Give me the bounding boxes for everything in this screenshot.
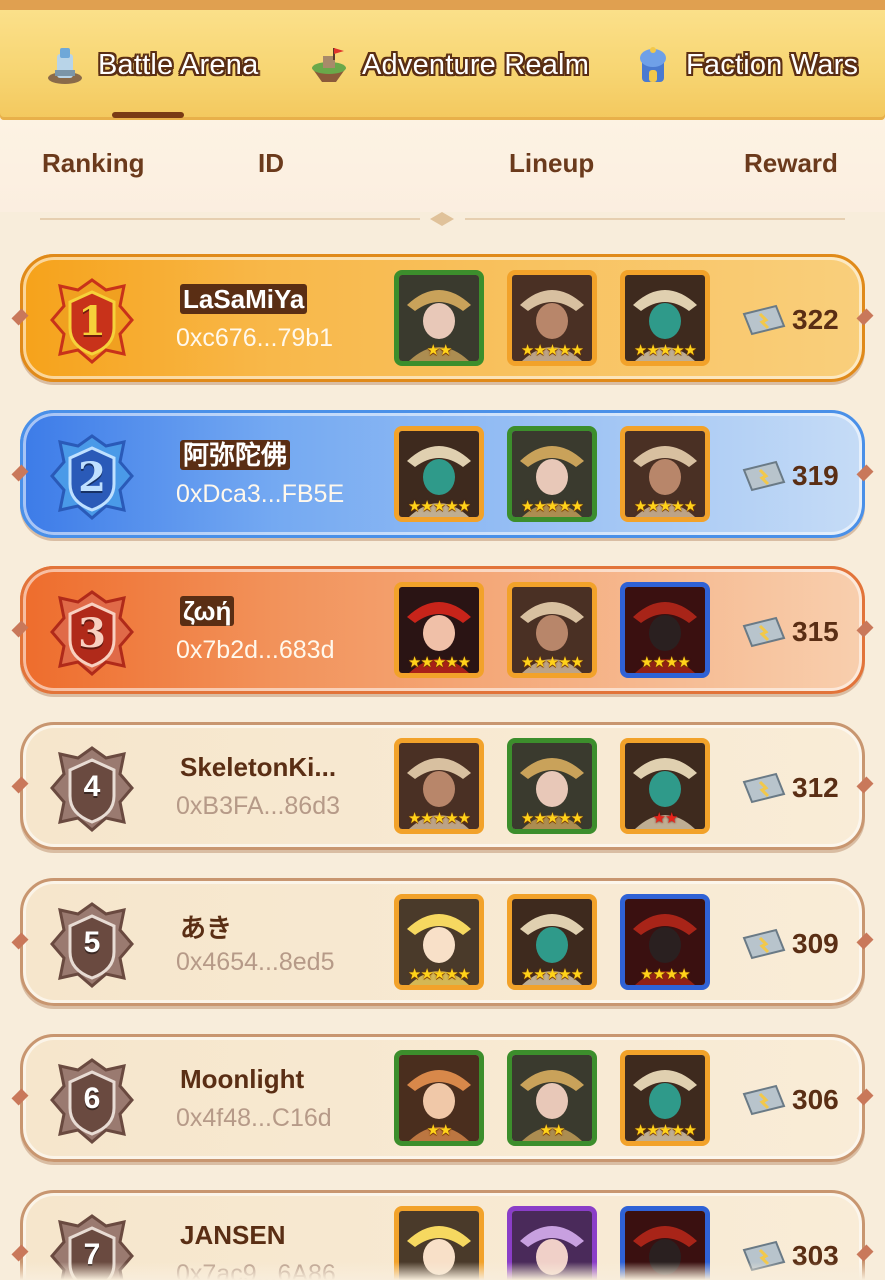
floating-island-icon bbox=[308, 44, 350, 86]
tab-faction-wars[interactable]: Faction Wars bbox=[632, 40, 858, 90]
lineup-hero-card[interactable]: ★★★★★ bbox=[394, 582, 484, 678]
active-tab-indicator bbox=[112, 112, 184, 118]
lineup-hero-card[interactable]: ★★★★★ bbox=[620, 270, 710, 366]
tab-adventure-realm[interactable]: Adventure Realm bbox=[308, 40, 589, 90]
ranking-row[interactable]: 1 LaSaMiYa 0xc676...79b1 ★★ ★★★★★ ★★★★★ 322 bbox=[11, 254, 874, 382]
lineup-hero-card[interactable]: ★★ bbox=[394, 1050, 484, 1146]
lineup-hero-card[interactable]: ★★★★★ bbox=[507, 426, 597, 522]
hero-star-rating: ★★★★★ bbox=[633, 342, 697, 359]
lineup-hero-card[interactable]: ★★★★★ bbox=[620, 426, 710, 522]
reward-ticket-icon bbox=[740, 926, 788, 962]
hero-star-rating: ★★★★★ bbox=[407, 498, 471, 515]
lineup-hero-card[interactable]: ★★★★★ bbox=[394, 738, 484, 834]
header-lineup: Lineup bbox=[509, 148, 595, 178]
lineup-hero-card[interactable]: ★★ bbox=[507, 1050, 597, 1146]
wallet-address: 0xB3FA...86d3 bbox=[176, 792, 341, 820]
reward-amount: 322 bbox=[792, 304, 839, 335]
ranking-row[interactable]: 3 ζωή 0x7b2d...683d ★★★★★ ★★★★★ ★★★★ 315 bbox=[11, 566, 874, 694]
hero-star-rating: ★★ bbox=[426, 342, 453, 359]
arena-tower-icon bbox=[44, 44, 86, 86]
rank-number: 6 bbox=[83, 1082, 101, 1115]
player-name: SkeletonKi... bbox=[180, 752, 337, 782]
lineup-hero-card[interactable]: ★★★★★ bbox=[394, 894, 484, 990]
tab-bar: Battle Arena Adventure Realm Faction War… bbox=[0, 0, 885, 120]
table-header: Ranking ID Lineup Reward bbox=[0, 120, 885, 212]
wallet-address: 0xc676...79b1 bbox=[176, 324, 334, 352]
ranking-row[interactable]: 5 あき 0x4654...8ed5 ★★★★★ ★★★★★ ★★★★ 309 bbox=[11, 878, 874, 1006]
hero-star-rating: ★★★★★ bbox=[520, 810, 584, 827]
wallet-address: 0xDca3...FB5E bbox=[176, 480, 345, 508]
rank-number: 4 bbox=[83, 770, 101, 803]
hero-star-rating: ★★ bbox=[539, 1122, 566, 1139]
tab-battle-arena[interactable]: Battle Arena bbox=[44, 40, 258, 90]
reward-amount: 315 bbox=[792, 616, 839, 647]
hero-star-rating: ★★★★★ bbox=[520, 342, 584, 359]
reward-amount: 306 bbox=[792, 1084, 839, 1115]
reward-ticket-icon bbox=[740, 1082, 788, 1118]
ranking-row[interactable]: 6 Moonlight 0x4f48...C16d ★★ ★★ ★★★★★ 306 bbox=[11, 1034, 874, 1162]
reward-ticket-icon bbox=[740, 770, 788, 806]
header-divider bbox=[40, 212, 845, 226]
lineup-hero-card[interactable]: ★★★★★ bbox=[507, 270, 597, 366]
wallet-address: 0x7b2d...683d bbox=[176, 636, 335, 664]
rank-badge: 3 bbox=[48, 588, 136, 676]
rank-badge: 5 bbox=[48, 900, 136, 988]
reward-amount: 319 bbox=[792, 460, 839, 491]
header-id: ID bbox=[258, 148, 284, 178]
hero-star-rating: ★★ bbox=[426, 1122, 453, 1139]
hero-star-rating: ★★★★★ bbox=[407, 966, 471, 983]
tab-label: Adventure Realm bbox=[362, 48, 590, 81]
blue-tower-icon bbox=[632, 44, 674, 86]
player-name: JANSEN bbox=[180, 1220, 286, 1250]
hero-star-rating: ★★★★★ bbox=[407, 810, 471, 827]
reward-amount: 312 bbox=[792, 772, 839, 803]
hero-star-rating: ★★★★ bbox=[640, 966, 691, 983]
lineup-hero-card[interactable]: ★★★★ bbox=[620, 582, 710, 678]
hero-star-rating: ★★★★ bbox=[640, 654, 691, 671]
lineup-hero-card[interactable]: ★★ bbox=[394, 270, 484, 366]
player-name: ζωή bbox=[180, 596, 235, 626]
hero-star-rating: ★★★★★ bbox=[520, 654, 584, 671]
header-ranking: Ranking bbox=[42, 148, 145, 178]
tab-label: Faction Wars bbox=[686, 48, 859, 81]
rank-badge: 2 bbox=[48, 432, 136, 520]
wallet-address: 0x4654...8ed5 bbox=[176, 948, 335, 976]
reward-ticket-icon bbox=[740, 458, 788, 494]
hero-star-rating: ★★★★★ bbox=[633, 498, 697, 515]
ranking-row[interactable]: 4 SkeletonKi... 0xB3FA...86d3 ★★★★★ ★★★★★ ★★ 3… bbox=[11, 722, 874, 850]
player-name: あき bbox=[180, 913, 233, 943]
tab-label: Battle Arena bbox=[98, 48, 259, 81]
lineup-hero-card[interactable]: ★★★★★ bbox=[507, 582, 597, 678]
wallet-address: 0x4f48...C16d bbox=[176, 1104, 332, 1132]
lineup-hero-card[interactable]: ★★★★★ bbox=[507, 894, 597, 990]
rank-badge: 6 bbox=[48, 1056, 136, 1144]
hero-star-rating: ★★★★★ bbox=[633, 1122, 697, 1139]
rank-number: 2 bbox=[78, 454, 106, 501]
rank-number: 3 bbox=[78, 610, 106, 657]
player-name: 阿弥陀佛 bbox=[180, 440, 291, 470]
rank-badge: 4 bbox=[48, 744, 136, 832]
lineup-hero-card[interactable]: ★★★★ bbox=[620, 894, 710, 990]
player-name: Moonlight bbox=[180, 1064, 305, 1094]
rank-number: 1 bbox=[78, 298, 106, 345]
lineup-hero-card[interactable]: ★★★★★ bbox=[507, 738, 597, 834]
rank-badge: 1 bbox=[48, 276, 136, 364]
hero-star-rating: ★★ bbox=[652, 810, 679, 827]
lineup-hero-card[interactable]: ★★ bbox=[620, 738, 710, 834]
ranking-row[interactable]: 2 阿弥陀佛 0xDca3...FB5E ★★★★★ ★★★★★ ★★★★★ 319 bbox=[11, 410, 874, 538]
hero-star-rating: ★★★★★ bbox=[520, 498, 584, 515]
reward-ticket-icon bbox=[740, 302, 788, 338]
lineup-hero-card[interactable]: ★★★★★ bbox=[620, 1050, 710, 1146]
hero-star-rating: ★★★★★ bbox=[407, 654, 471, 671]
rank-number: 5 bbox=[83, 926, 101, 959]
header-reward: Reward bbox=[744, 148, 838, 178]
player-name: LaSaMiYa bbox=[180, 284, 308, 314]
bottom-fade bbox=[0, 1262, 885, 1280]
reward-ticket-icon bbox=[740, 614, 788, 650]
reward-amount: 309 bbox=[792, 928, 839, 959]
lineup-hero-card[interactable]: ★★★★★ bbox=[394, 426, 484, 522]
hero-star-rating: ★★★★★ bbox=[520, 966, 584, 983]
